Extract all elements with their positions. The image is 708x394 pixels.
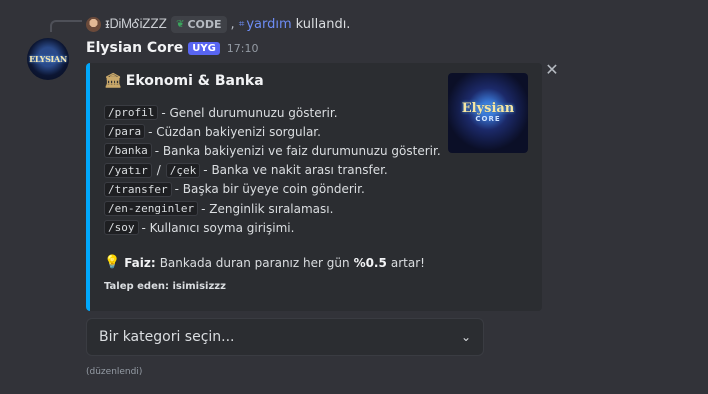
embed-footer: Talep eden: isimisizzz <box>104 281 226 292</box>
command-line: /en-zenginler - Zenginlik sıralaması. <box>104 199 444 218</box>
embed-title-text: Ekonomi & Banka <box>125 73 264 89</box>
interest-rate: %0.5 <box>353 255 387 270</box>
command-line: /profil - Genel durumunuzu gösterir. <box>104 103 444 122</box>
slash-command-name[interactable]: yardım <box>246 17 291 32</box>
interest-label: Faiz: <box>124 255 156 270</box>
command-code: /profil <box>104 105 159 121</box>
command-desc: - Genel durumunuzu gösterir. <box>161 105 338 120</box>
command-line: /para - Cüzdan bakiyenizi sorgular. <box>104 122 444 141</box>
command-line: /transfer - Başka bir üyeye coin gönderi… <box>104 180 444 199</box>
select-placeholder: Bir kategori seçin... <box>99 329 235 345</box>
thumbnail-logo-text: Elysian <box>461 101 515 116</box>
interest-text-2: artar! <box>390 255 425 270</box>
close-icon[interactable]: ✕ <box>545 62 559 78</box>
thumbnail-logo-subtext: CORE <box>475 115 501 124</box>
bot-tag: UYG <box>188 41 220 55</box>
reply-context[interactable]: ᵻᎠᎥᎷᎴᎥᏃᏃᏃ ❦ CODE , ⌗ yardım kullandı. <box>86 14 350 34</box>
command-desc: - Kullanıcı soyma girişimi. <box>141 220 295 235</box>
reply-suffix: kullandı. <box>295 16 351 32</box>
bank-icon: 🏛 <box>104 73 122 89</box>
chevron-down-icon: ⌄ <box>460 330 471 344</box>
code-badge: ❦ CODE <box>171 15 227 33</box>
command-list: /profil - Genel durumunuzu gösterir. /pa… <box>104 103 444 237</box>
command-desc: - Başka bir üyeye coin gönderir. <box>174 182 365 197</box>
command-separator: / <box>156 163 161 178</box>
slash-command-icon: ⌗ <box>238 18 245 30</box>
embed-title: 🏛 Ekonomi & Banka <box>104 73 264 89</box>
interest-text-1: Bankada duran paranız her gün <box>159 255 350 270</box>
slash-command-link[interactable]: ⌗ yardım <box>239 17 292 32</box>
code-badge-label: CODE <box>187 17 222 31</box>
command-code: /banka <box>104 143 152 159</box>
command-line: /soy - Kullanıcı soyma girişimi. <box>104 218 444 237</box>
command-desc: - Banka ve nakit arası transfer. <box>203 163 388 178</box>
command-desc: - Banka bakiyenizi ve faiz durumunuzu gö… <box>154 143 441 158</box>
command-line: /yatır / /çek - Banka ve nakit arası tra… <box>104 161 444 180</box>
author-name[interactable]: Elysian Core <box>86 40 183 56</box>
avatar-logo-text: ELYSIAN <box>29 54 67 64</box>
command-code: /transfer <box>104 181 172 197</box>
bot-avatar[interactable]: ELYSIAN <box>27 38 69 80</box>
category-select[interactable]: Bir kategori seçin... ⌄ <box>86 318 484 356</box>
embed-thumbnail[interactable]: Elysian CORE <box>448 73 528 153</box>
timestamp: 17:10 <box>226 41 259 55</box>
reply-username[interactable]: ᵻᎠᎥᎷᎴᎥᏃᏃᏃ <box>105 17 167 32</box>
edited-label: (düzenlendi) <box>86 367 143 377</box>
command-desc: - Cüzdan bakiyenizi sorgular. <box>148 124 321 139</box>
interest-note: 💡 Faiz: Bankada duran paranız her gün %0… <box>104 255 425 270</box>
command-code: /en-zenginler <box>104 201 199 217</box>
reply-user-avatar[interactable] <box>86 16 101 32</box>
reply-connector-line <box>50 20 82 32</box>
command-line: /banka - Banka bakiyenizi ve faiz durumu… <box>104 141 444 160</box>
command-code: /yatır <box>104 162 152 178</box>
command-code: /soy <box>104 220 139 236</box>
leaf-icon: ❦ <box>176 18 185 30</box>
embed: 🏛 Ekonomi & Banka Elysian CORE /profil -… <box>86 63 542 311</box>
reply-separator: , <box>230 16 235 32</box>
command-code-secondary: /çek <box>165 162 201 178</box>
lightbulb-icon: 💡 <box>104 255 121 270</box>
command-code: /para <box>104 124 146 140</box>
command-desc: - Zenginlik sıralaması. <box>201 201 334 216</box>
message-header: Elysian Core UYG 17:10 <box>86 40 258 56</box>
